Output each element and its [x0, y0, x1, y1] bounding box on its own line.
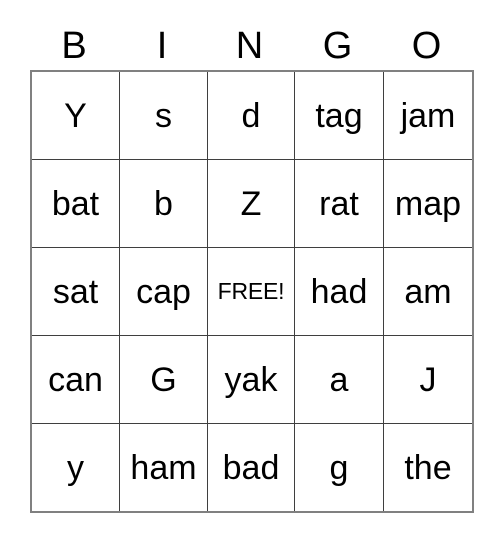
bingo-cell[interactable]: a	[294, 335, 384, 424]
bingo-cell[interactable]: am	[383, 247, 474, 336]
bingo-cell[interactable]: sat	[30, 247, 120, 336]
bingo-card: B I N G O Y s d tag jam bat b Z rat map …	[30, 22, 474, 513]
bingo-cell[interactable]: jam	[383, 70, 474, 160]
bingo-header-letter-i: I	[156, 25, 168, 67]
bingo-cell-label: can	[48, 360, 103, 399]
bingo-header-letter-n: N	[235, 25, 264, 67]
bingo-cell-label: map	[394, 184, 462, 223]
bingo-cell-label: cap	[136, 272, 191, 311]
bingo-row: can G yak a J	[30, 335, 474, 424]
bingo-cell[interactable]: b	[119, 159, 208, 248]
bingo-cell-label: jam	[400, 96, 456, 135]
bingo-cell-label: bat	[51, 184, 100, 223]
bingo-cell[interactable]: tag	[294, 70, 384, 160]
bingo-cell[interactable]: g	[294, 423, 384, 513]
bingo-cell[interactable]: G	[119, 335, 208, 424]
bingo-cell[interactable]: Z	[207, 159, 295, 248]
bingo-header-letter-g: G	[322, 25, 353, 67]
bingo-cell-label: the	[404, 448, 452, 487]
bingo-row: Y s d tag jam	[30, 70, 474, 160]
bingo-cell[interactable]: s	[119, 70, 208, 160]
bingo-cell-label: tag	[315, 96, 363, 135]
bingo-cell-label: rat	[319, 184, 359, 223]
bingo-cell[interactable]: rat	[294, 159, 384, 248]
bingo-cell[interactable]: bad	[207, 423, 295, 513]
bingo-header-row: B I N G O	[30, 22, 471, 70]
bingo-row: sat cap FREE! had am	[30, 247, 474, 336]
bingo-cell-label: b	[154, 184, 173, 223]
bingo-cell[interactable]: can	[30, 335, 120, 424]
bingo-cell-label: g	[329, 448, 349, 487]
bingo-cell[interactable]: had	[294, 247, 384, 336]
bingo-row: bat b Z rat map	[30, 159, 474, 248]
bingo-grid: Y s d tag jam bat b Z rat map sat cap FR…	[30, 70, 474, 513]
bingo-cell[interactable]: Y	[30, 70, 120, 160]
bingo-free-cell[interactable]: FREE!	[207, 247, 295, 336]
bingo-cell[interactable]: cap	[119, 247, 208, 336]
bingo-header-letter-o: O	[411, 25, 442, 67]
bingo-cell-label: Z	[240, 184, 262, 223]
bingo-cell[interactable]: map	[383, 159, 474, 248]
bingo-cell[interactable]: ham	[119, 423, 208, 513]
bingo-cell-label: G	[150, 360, 177, 399]
bingo-cell-label: had	[310, 272, 368, 311]
bingo-cell[interactable]: y	[30, 423, 120, 513]
bingo-header-letter-b: B	[61, 25, 87, 67]
bingo-cell-label: s	[155, 96, 172, 135]
bingo-cell[interactable]: bat	[30, 159, 120, 248]
bingo-cell-label: ham	[130, 448, 197, 487]
bingo-cell-label: bad	[222, 448, 280, 487]
bingo-cell[interactable]: J	[383, 335, 474, 424]
bingo-cell[interactable]: the	[383, 423, 474, 513]
bingo-cell-label: am	[404, 272, 452, 311]
bingo-cell-label: J	[419, 360, 437, 399]
bingo-cell[interactable]: d	[207, 70, 295, 160]
bingo-cell-label: d	[241, 96, 261, 135]
bingo-cell-label: sat	[52, 272, 99, 311]
bingo-cell-label: y	[67, 448, 84, 487]
bingo-cell-label: yak	[224, 360, 278, 399]
bingo-cell-label: Y	[64, 96, 87, 135]
bingo-cell-label: a	[329, 360, 349, 399]
bingo-free-label: FREE!	[217, 278, 285, 304]
bingo-cell[interactable]: yak	[207, 335, 295, 424]
bingo-row: y ham bad g the	[30, 423, 474, 513]
